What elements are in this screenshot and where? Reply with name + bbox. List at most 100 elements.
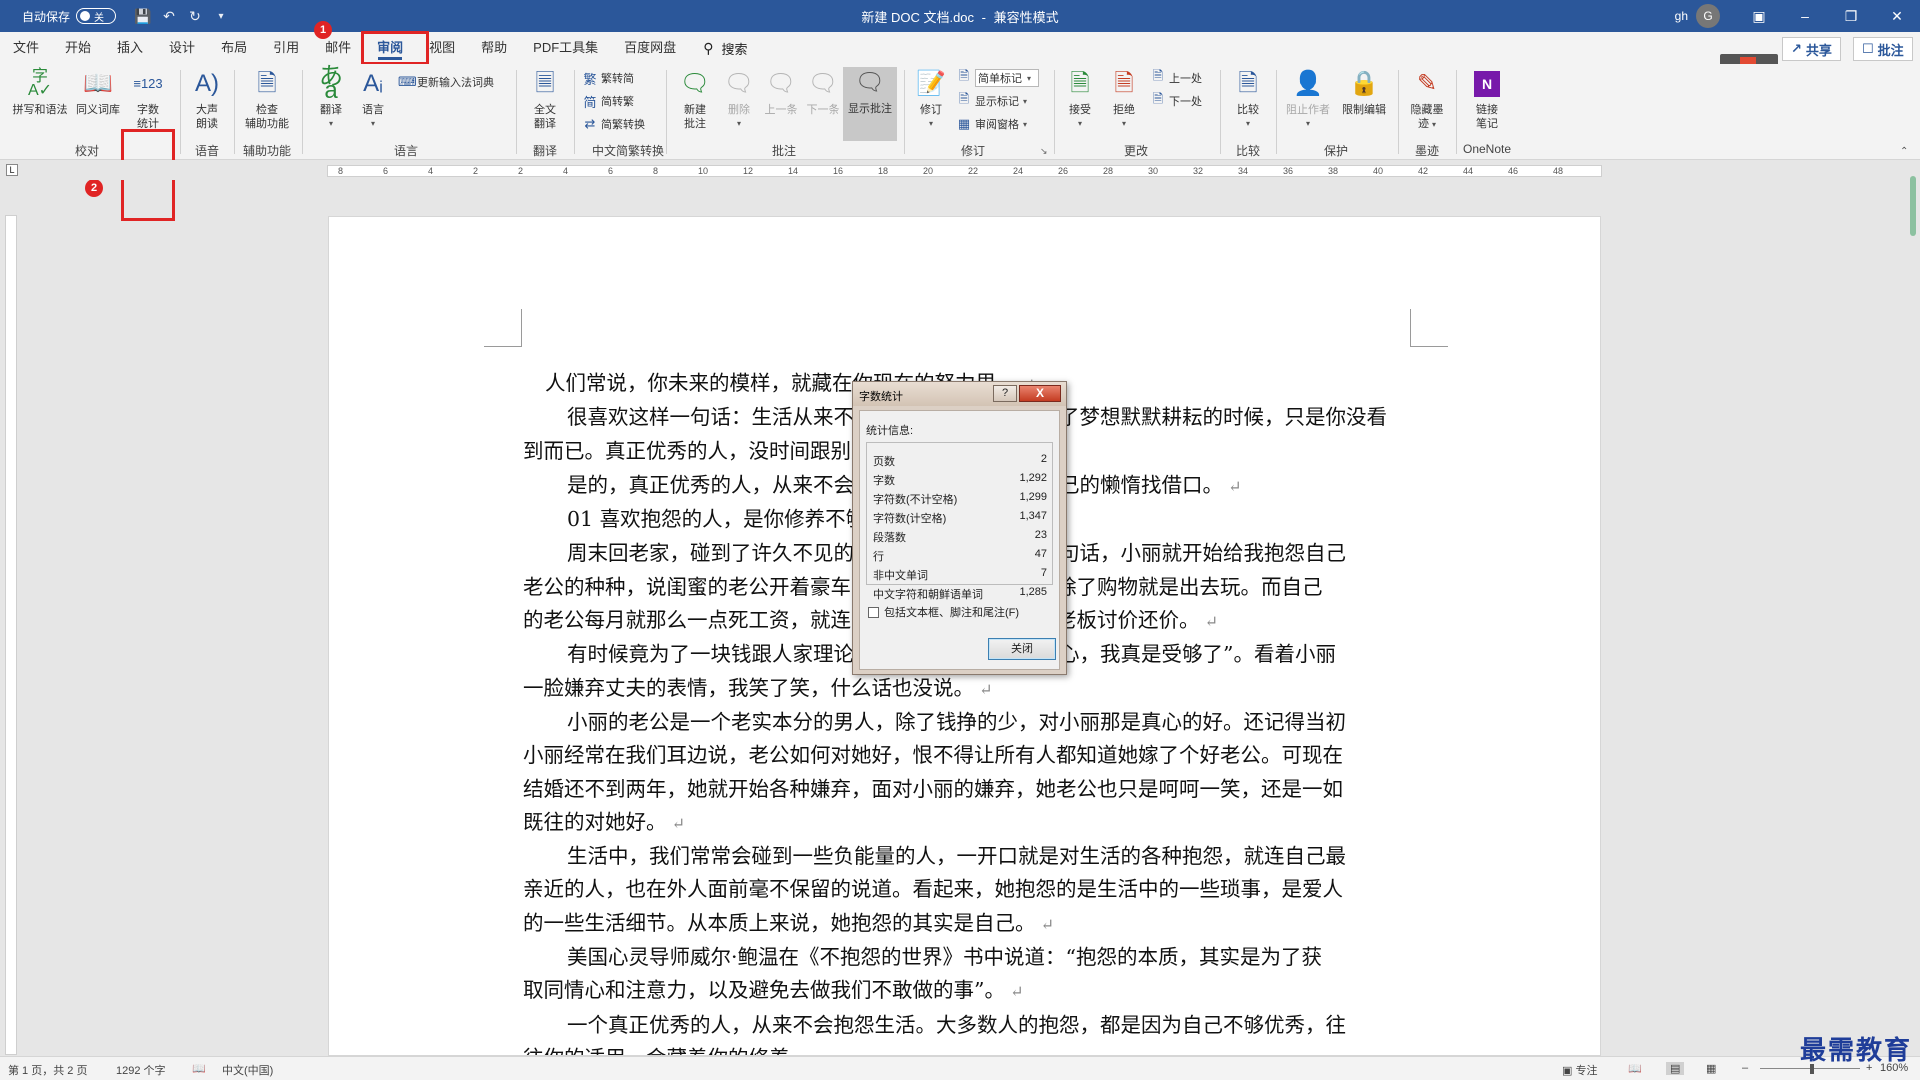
update-ime-dictionary-button[interactable]: ⌨ 更新输入法词典	[398, 72, 494, 92]
next-comment-button[interactable]: 🗨 下一条	[802, 68, 844, 117]
tab-references[interactable]: 引用	[260, 32, 312, 64]
convert-button[interactable]: ⇄ 简繁转换	[582, 114, 645, 134]
close-icon[interactable]: ✕	[1874, 8, 1920, 25]
tab-review[interactable]: 审阅	[364, 32, 416, 64]
minimize-icon[interactable]: –	[1782, 8, 1828, 24]
document-line[interactable]: 结婚还不到两年，她就开始各种嫌弃，面对小丽的嫌弃，她老公也只是呵呵一笑，还是一如	[523, 773, 1409, 806]
show-markup-icon: 🗎	[958, 91, 970, 106]
paragraph-mark-icon: ↵	[1223, 476, 1242, 496]
reject-button[interactable]: 🗎 拒绝 ▾	[1102, 68, 1146, 131]
print-layout-icon[interactable]: ▤	[1666, 1062, 1685, 1075]
tab-home[interactable]: 开始	[52, 32, 104, 64]
spelling-grammar-button[interactable]: 字A✓ 拼写和语法	[8, 68, 72, 117]
document-line[interactable]: 一个真正优秀的人，从来不会抱怨生活。大多数人的抱怨，都是因为自己不够优秀，往	[523, 1009, 1409, 1042]
document-line[interactable]: 生活中，我们常常会碰到一些负能量的人，一开口就是对生活的各种抱怨，就连自己最	[523, 840, 1409, 873]
search-box[interactable]: ⚲ 搜索	[703, 39, 747, 58]
restrict-editing-button[interactable]: 🔒 限制编辑	[1336, 68, 1392, 117]
document-line[interactable]: 亲近的人，也在外人面前毫不保留的说道。看起来，她抱怨的是生活中的一些琐事，是爱人	[523, 873, 1409, 906]
language-indicator[interactable]: 中文(中国)	[222, 1062, 273, 1078]
word-count-button[interactable]: ≡123 字数 统计	[124, 68, 172, 131]
stat-row: 非中文单词 7	[873, 567, 1047, 582]
block-authors-button[interactable]: 👤 阻止作者 ▾	[1280, 68, 1336, 131]
simplified-to-traditional-button[interactable]: 简 简转繁	[582, 91, 634, 111]
include-textboxes-checkbox[interactable]: 包括文本框、脚注和尾注(F)	[868, 604, 1019, 620]
proofing-status-icon[interactable]: 📖	[192, 1062, 206, 1075]
next-change-button[interactable]: 🗎 下一处	[1150, 91, 1202, 111]
tab-view[interactable]: 视图	[416, 32, 468, 64]
restore-icon[interactable]: ❐	[1828, 8, 1874, 25]
document-line[interactable]: 小丽经常在我们耳边说，老公如何对她好，恨不得让所有人都知道她嫁了个好老公。可现在	[523, 739, 1409, 772]
avatar[interactable]: G	[1696, 4, 1720, 28]
autosave-toggle[interactable]: 关	[76, 8, 117, 24]
track-changes-button[interactable]: 📝 修订 ▾	[908, 68, 954, 131]
show-comments-button[interactable]: 🗨 显示批注	[843, 67, 897, 141]
tab-help[interactable]: 帮助	[468, 32, 520, 64]
vertical-ruler[interactable]	[5, 215, 17, 1055]
traditional-to-simplified-button[interactable]: 繁 繁转简	[582, 68, 634, 88]
delete-comment-button[interactable]: 🗨 删除 ▾	[718, 68, 760, 131]
share-button[interactable]: ↗ 共享	[1782, 37, 1841, 61]
linked-notes-button[interactable]: N 链接 笔记	[1460, 68, 1514, 131]
undo-icon[interactable]: ↶	[156, 8, 182, 25]
ribbon-display-icon[interactable]: ▣	[1736, 8, 1782, 25]
read-mode-icon[interactable]: 📖	[1628, 1062, 1642, 1075]
markup-display-select[interactable]: 🗎 简单标记 ▾	[956, 68, 1039, 88]
checkbox-box[interactable]	[868, 606, 879, 618]
save-icon[interactable]: 💾	[130, 8, 156, 25]
redo-icon[interactable]: ↻	[182, 8, 208, 25]
collapse-ribbon-icon[interactable]: ⌃	[1900, 146, 1908, 157]
show-markup-dropdown-icon: ▾	[1023, 96, 1028, 106]
compat-mode: 兼容性模式	[993, 10, 1059, 25]
tracking-dialog-launcher-icon[interactable]: ↘	[1040, 146, 1048, 157]
customize-qat-icon[interactable]: ▾	[208, 11, 234, 22]
language-button[interactable]: Aᵢ 语言 ▾	[350, 68, 396, 131]
word-count-indicator[interactable]: 1292 个字	[116, 1062, 166, 1078]
focus-mode-button[interactable]: ▣ 专注	[1562, 1062, 1597, 1078]
tab-design[interactable]: 设计	[156, 32, 208, 64]
read-aloud-button[interactable]: A) 大声 朗读	[184, 68, 230, 131]
web-layout-icon[interactable]: ▦	[1706, 1062, 1716, 1075]
thesaurus-button[interactable]: 📖 同义词库	[72, 68, 124, 117]
hide-ink-button[interactable]: ✎ 隐藏墨 迹 ▾	[1402, 68, 1452, 132]
group-label-comments: 批注	[771, 144, 796, 158]
page-indicator[interactable]: 第 1 页，共 2 页	[8, 1062, 87, 1078]
comments-button[interactable]: ☐ 批注	[1853, 37, 1913, 61]
quick-access-toolbar: 自动保存 关 💾 ↶ ↻ ▾	[22, 0, 234, 32]
document-line[interactable]: 往你的适用，会藏着你的修养。	[523, 1042, 1409, 1055]
horizontal-ruler[interactable]: 8 6 4 2 2 4 6 8 10 12 14 16 18 20 22 24 26 28 30 32 34 36 38 40…	[327, 165, 1602, 177]
vertical-scrollbar[interactable]	[1908, 176, 1918, 1054]
previous-comment-button[interactable]: 🗨 上一条	[760, 68, 802, 117]
ruler-tick: 6	[383, 166, 389, 176]
check-accessibility-button[interactable]: 🗎 检查 辅助功能	[238, 68, 296, 131]
tab-selector-icon[interactable]: L	[6, 164, 18, 176]
document-line[interactable]: 取同情心和注意力，以及避免去做我们不敢做的事”。 ↵	[523, 974, 1409, 1008]
dialog-title: 字数统计	[859, 391, 903, 403]
document-line[interactable]: 一脸嫌弃丈夫的表情，我笑了笑，什么话也没说。 ↵	[523, 672, 1409, 706]
compare-button[interactable]: 🗎 比较 ▾	[1224, 68, 1272, 131]
new-comment-button[interactable]: 🗨 新建 批注	[670, 68, 720, 131]
account-area[interactable]: gh G	[1675, 4, 1720, 28]
tab-insert[interactable]: 插入	[104, 32, 156, 64]
tab-layout[interactable]: 布局	[208, 32, 260, 64]
tab-pdf-tools[interactable]: PDF工具集	[520, 32, 611, 64]
close-button[interactable]: 关闭	[988, 638, 1056, 660]
translate-button[interactable]: あa 翻译 ▾	[306, 65, 356, 131]
title-separator: -	[981, 10, 986, 25]
document-line[interactable]: 的一些生活细节。从本质上来说，她抱怨的其实是自己。 ↵	[523, 907, 1409, 941]
previous-change-button[interactable]: 🗎 上一处	[1150, 68, 1202, 88]
zoom-out-icon[interactable]: –	[1742, 1062, 1748, 1074]
help-button[interactable]: ?	[993, 385, 1017, 402]
scroll-thumb[interactable]	[1910, 176, 1916, 236]
document-line[interactable]: 既往的对她好。 ↵	[523, 806, 1409, 840]
dialog-title-bar[interactable]: 字数统计 ? X	[853, 382, 1066, 406]
accept-button[interactable]: 🗎 接受 ▾	[1058, 68, 1102, 131]
document-line[interactable]: 小丽的老公是一个老实本分的男人，除了钱挣的少，对小丽那是真心的好。还记得当初	[523, 706, 1409, 739]
tab-file[interactable]: 文件	[0, 32, 52, 64]
document-line[interactable]: 美国心灵导师威尔·鲍温在《不抱怨的世界》书中说道：“抱怨的本质，其实是为了获	[523, 941, 1409, 974]
tab-baidu-netdisk[interactable]: 百度网盘	[611, 32, 689, 64]
show-markup-button[interactable]: 🗎 显示标记 ▾	[956, 91, 1027, 111]
reviewing-pane-button[interactable]: ▦ 审阅窗格 ▾	[956, 114, 1027, 134]
dialog-close-icon[interactable]: X	[1019, 385, 1061, 402]
ruler-tick: 2	[473, 166, 479, 176]
translate-document-button[interactable]: 🗏 全文 翻译	[520, 68, 570, 131]
